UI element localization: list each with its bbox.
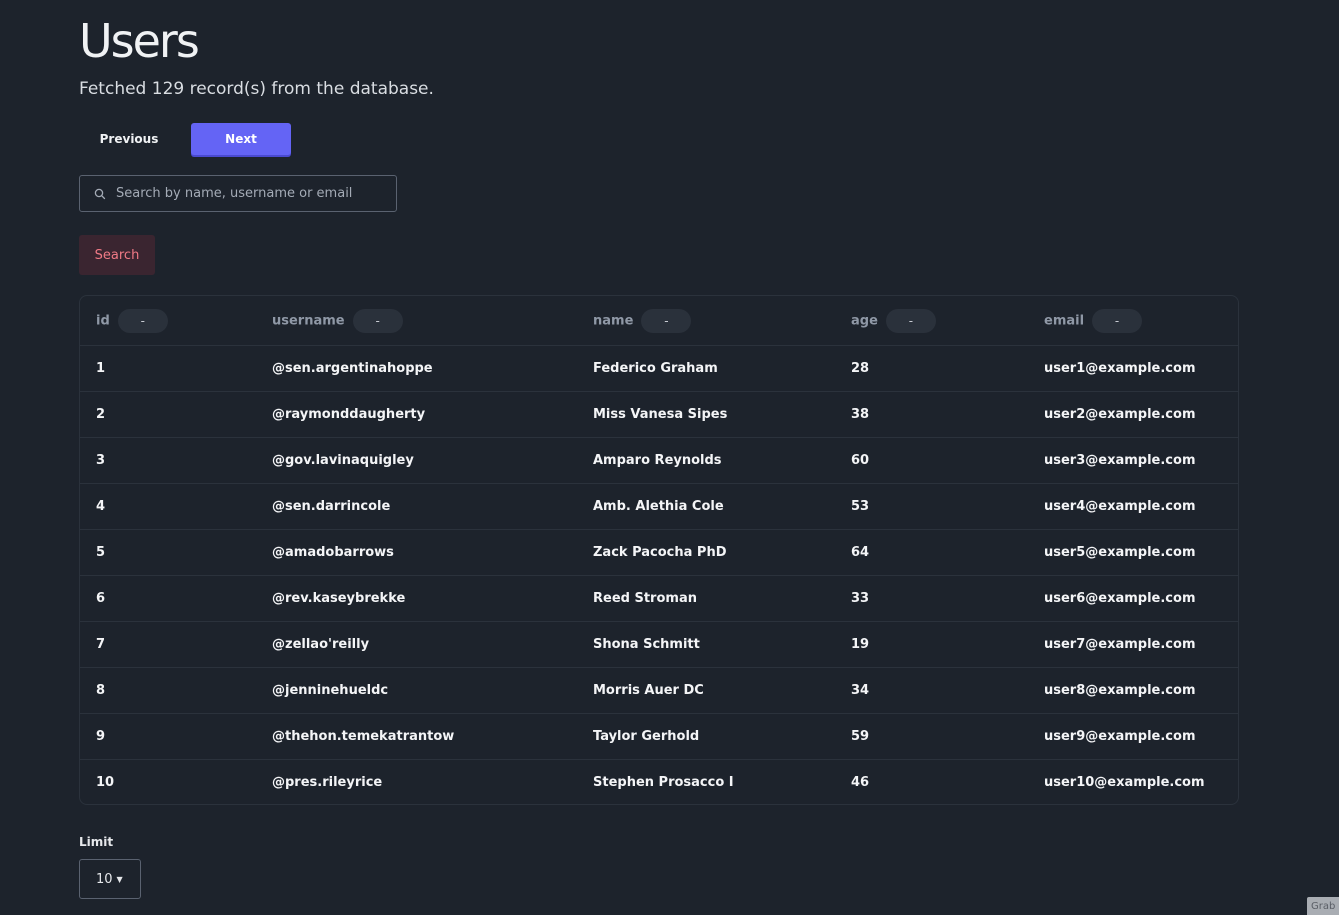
limit-value: 10 [96, 871, 113, 887]
column-header-id: id - [80, 296, 256, 346]
cell-email: user6@example.com [1028, 575, 1238, 622]
cell-username: @gov.lavinaquigley [256, 437, 577, 484]
corner-tab[interactable]: Grab [1307, 897, 1339, 915]
table-row: 5 @amadobarrows Zack Pacocha PhD 64 user… [80, 529, 1238, 576]
cell-id: 5 [80, 529, 256, 576]
cell-age: 53 [835, 483, 1028, 530]
pagination: Previous Next [79, 123, 291, 155]
cell-email: user5@example.com [1028, 529, 1238, 576]
previous-button[interactable]: Previous [79, 123, 179, 155]
search-button[interactable]: Search [79, 235, 155, 275]
cell-id: 3 [80, 437, 256, 484]
cell-age: 59 [835, 713, 1028, 760]
cell-name: Morris Auer DC [577, 667, 835, 714]
cell-username: @sen.darrincole [256, 483, 577, 530]
sort-toggle-id[interactable]: - [117, 308, 168, 333]
cell-id: 4 [80, 483, 256, 530]
cell-age: 28 [835, 345, 1028, 392]
cell-email: user8@example.com [1028, 667, 1238, 714]
sort-toggle-username[interactable]: - [352, 308, 403, 333]
caret-down-icon: ▼ [116, 874, 123, 884]
cell-id: 7 [80, 621, 256, 668]
cell-name: Amb. Alethia Cole [577, 483, 835, 530]
column-label: id [96, 313, 110, 328]
search-icon [92, 186, 108, 202]
column-header-username: username - [256, 296, 577, 346]
sort-toggle-name[interactable]: - [641, 308, 692, 333]
cell-age: 64 [835, 529, 1028, 576]
cell-email: user1@example.com [1028, 345, 1238, 392]
cell-age: 46 [851, 775, 870, 790]
column-label: age [851, 313, 878, 328]
cell-email: user4@example.com [1028, 483, 1238, 530]
table-row: 1 @sen.argentinahoppe Federico Graham 28… [80, 345, 1238, 392]
cell-age: 34 [835, 667, 1028, 714]
limit-select[interactable]: 10 ▼ [79, 859, 141, 899]
column-header-email: email - [1028, 296, 1238, 346]
cell-name: Amparo Reynolds [577, 437, 835, 484]
cell-name: Zack Pacocha PhD [577, 529, 835, 576]
column-label: name [593, 313, 634, 328]
table-row: 3 @gov.lavinaquigley Amparo Reynolds 60 … [80, 437, 1238, 484]
users-table: id - username - name - age - email - 1 @sen.a… [79, 295, 1239, 805]
cell-id: 6 [80, 575, 256, 622]
cell-age: 60 [835, 437, 1028, 484]
cell-age: 33 [835, 575, 1028, 622]
cell-id: 1 [80, 345, 256, 392]
table-row: 8 @jenninehueldc Morris Auer DC 34 user8… [80, 667, 1238, 714]
cell-name: Taylor Gerhold [577, 713, 835, 760]
cell-age: 19 [835, 621, 1028, 668]
cell-email: user3@example.com [1028, 437, 1238, 484]
cell-username: @thehon.temekatrantow [256, 713, 577, 760]
search-box[interactable] [79, 175, 397, 212]
cell-username: @zellao'reilly [256, 621, 577, 668]
cell-id: 2 [80, 391, 256, 438]
column-label: username [272, 313, 345, 328]
table-row: 4 @sen.darrincole Amb. Alethia Cole 53 u… [80, 483, 1238, 530]
table-header-row: id - username - name - age - email - [80, 296, 1238, 346]
cell-name: Federico Graham [577, 345, 835, 392]
cell-username: @amadobarrows [256, 529, 577, 576]
search-input[interactable] [116, 176, 396, 211]
cell-id: 8 [80, 667, 256, 714]
limit-label: Limit [79, 835, 114, 849]
column-header-age: age - [835, 296, 1028, 346]
table-row: 2 @raymonddaugherty Miss Vanesa Sipes 38… [80, 391, 1238, 438]
cell-id: 9 [80, 713, 256, 760]
users-page: Users Fetched 129 record(s) from the dat… [0, 0, 1339, 915]
page-title: Users [79, 14, 200, 68]
cell-age: 38 [835, 391, 1028, 438]
cell-email: user10@example.com [1044, 775, 1205, 790]
sort-toggle-age[interactable]: - [885, 308, 936, 333]
cell-username: @sen.argentinahoppe [256, 345, 577, 392]
table-row: 7 @zellao'reilly Shona Schmitt 19 user7@… [80, 621, 1238, 668]
cell-username: @rev.kaseybrekke [256, 575, 577, 622]
cell-name: Reed Stroman [577, 575, 835, 622]
column-header-name: name - [577, 296, 835, 346]
cell-name: Miss Vanesa Sipes [577, 391, 835, 438]
cell-id: 10 [96, 775, 115, 790]
cell-username: @pres.rileyrice [272, 775, 383, 790]
next-button[interactable]: Next [191, 123, 291, 155]
table-row: 6 @rev.kaseybrekke Reed Stroman 33 user6… [80, 575, 1238, 622]
cell-email: user7@example.com [1028, 621, 1238, 668]
cell-name: Shona Schmitt [577, 621, 835, 668]
cell-name: Stephen Prosacco I [593, 775, 734, 790]
cell-email: user9@example.com [1028, 713, 1238, 760]
sort-toggle-email[interactable]: - [1092, 308, 1143, 333]
record-count-text: Fetched 129 record(s) from the database. [79, 79, 434, 99]
column-label: email [1044, 313, 1085, 328]
table-row: 10 @pres.rileyrice Stephen Prosacco I 46… [80, 760, 1238, 805]
table-row: 9 @thehon.temekatrantow Taylor Gerhold 5… [80, 713, 1238, 760]
cell-username: @jenninehueldc [256, 667, 577, 714]
cell-email: user2@example.com [1028, 391, 1238, 438]
cell-username: @raymonddaugherty [256, 391, 577, 438]
